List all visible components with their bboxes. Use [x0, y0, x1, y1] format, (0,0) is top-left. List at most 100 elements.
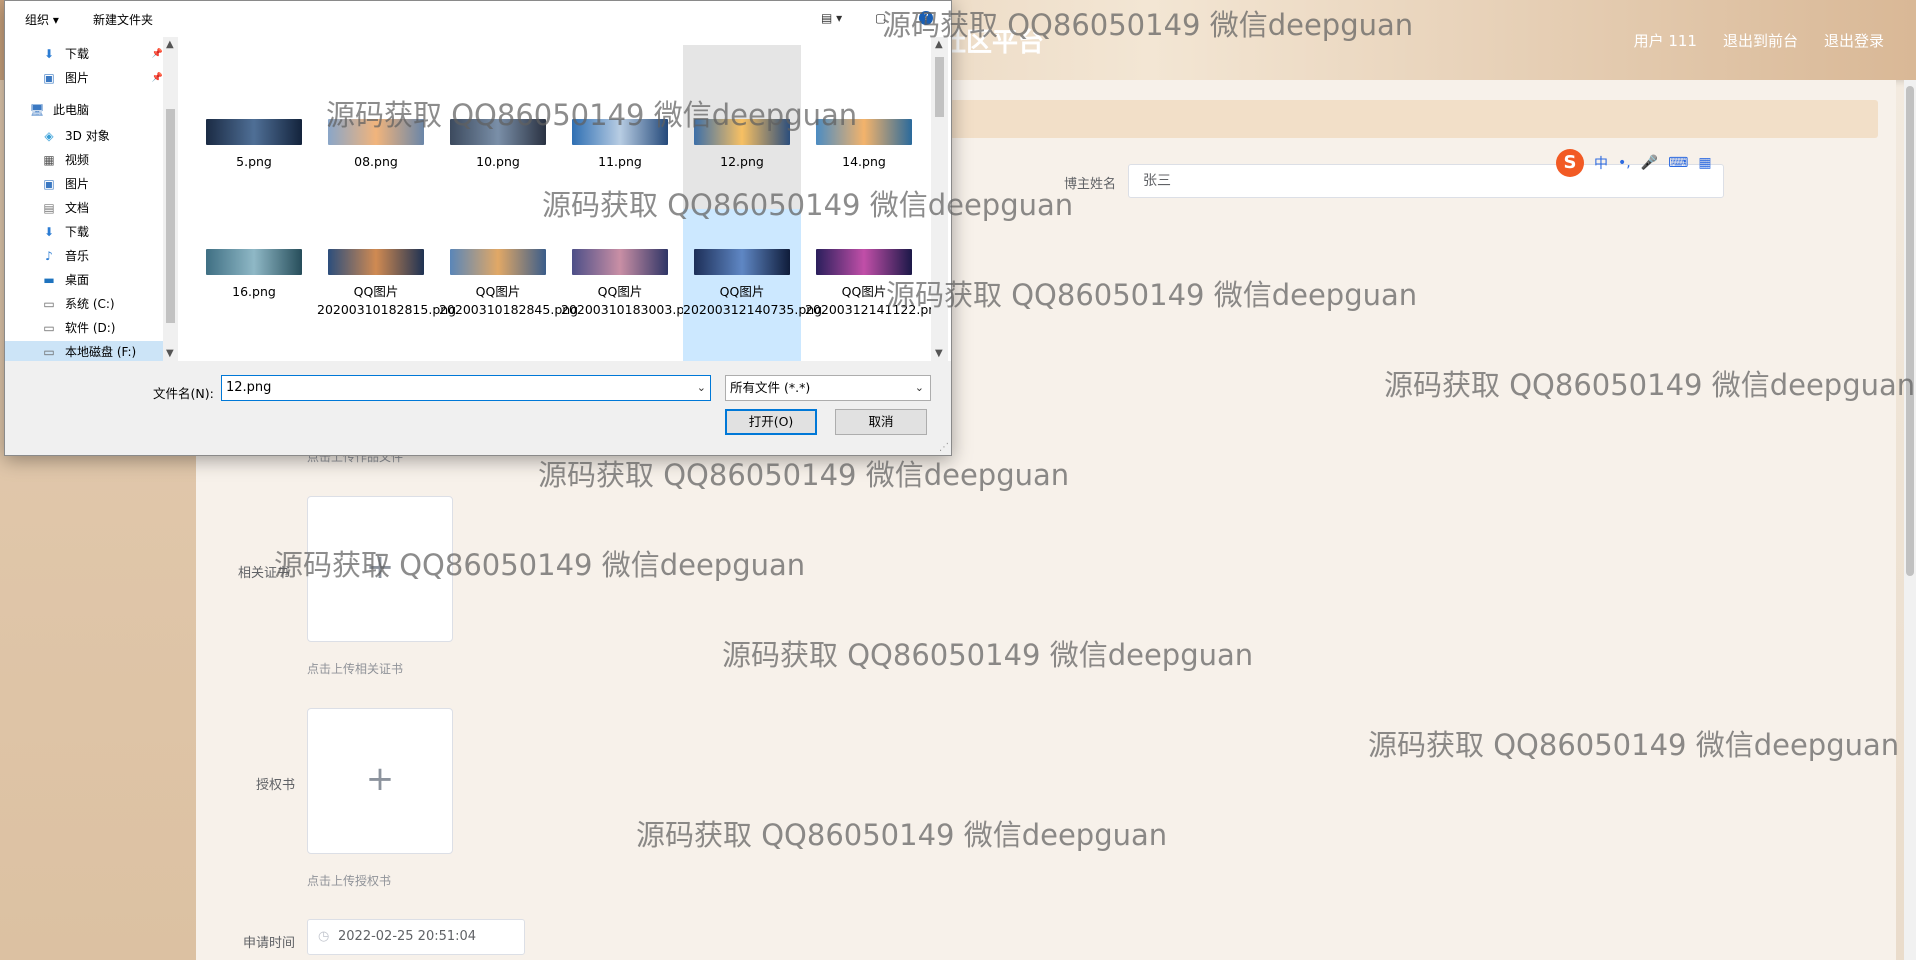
nav-item-icon: ▭: [43, 321, 55, 335]
organize-button[interactable]: 组织 ▾: [25, 11, 59, 28]
ime-menu-icon[interactable]: ▦: [1698, 155, 1711, 171]
file-item[interactable]: 12.png: [683, 45, 801, 209]
back-to-front-link[interactable]: 退出到前台: [1723, 30, 1798, 51]
file-item[interactable]: QQ图片 20200310182815.png: [317, 209, 457, 379]
page-scrollbar-thumb[interactable]: [1906, 86, 1914, 576]
nav-item[interactable]: ▭ 系统 (C:): [5, 293, 163, 315]
file-thumbnail: [816, 119, 912, 145]
file-name: 16.png: [232, 284, 276, 299]
preview-pane-icon[interactable]: ▢: [875, 11, 886, 25]
nav-item[interactable]: ▭ 软件 (D:): [5, 317, 163, 339]
new-folder-button[interactable]: 新建文件夹: [93, 11, 153, 28]
page-scrollbar[interactable]: [1904, 80, 1916, 960]
ime-chinese-mode-icon[interactable]: 中: [1594, 153, 1608, 173]
scroll-down-icon[interactable]: ▼: [935, 348, 943, 359]
open-button[interactable]: 打开(O): [725, 409, 817, 435]
filetype-select[interactable]: 所有文件 (*.*) ⌄: [725, 375, 931, 401]
logout-link[interactable]: 退出登录: [1824, 30, 1884, 51]
nav-item-icon: ▣: [43, 71, 55, 85]
nav-item-label: 下载: [65, 47, 90, 61]
nav-item-icon: ▬: [43, 273, 55, 287]
auth-upload-hint: 点击上传授权书: [307, 874, 392, 888]
ime-punctuation-icon[interactable]: •,: [1618, 155, 1631, 171]
scroll-down-icon[interactable]: ▼: [166, 348, 174, 359]
file-item[interactable]: QQ图片 20200310182845.png: [439, 209, 578, 379]
nav-item-label: 桌面: [65, 273, 90, 287]
files-scrollbar-thumb[interactable]: [935, 57, 944, 117]
file-thumbnail: [816, 249, 912, 275]
apply-time-input[interactable]: ◷ 2022-02-25 20:51:04: [307, 919, 525, 955]
nav-item[interactable]: ◈ 3D 对象: [5, 125, 163, 147]
chevron-down-icon[interactable]: ⌄: [697, 376, 706, 400]
file-name: 12.png: [720, 154, 764, 169]
nav-item-label: 此电脑: [53, 103, 90, 117]
nav-item[interactable]: ▣ 图片 📌: [5, 67, 163, 89]
file-thumbnail: [450, 249, 546, 275]
scroll-up-icon[interactable]: ▲: [166, 39, 174, 50]
file-item[interactable]: 5.png: [195, 45, 313, 209]
files-scrollbar[interactable]: ▲ ▼: [931, 37, 948, 361]
ime-keyboard-icon[interactable]: ⌨: [1668, 155, 1688, 171]
nav-item-label: 系统 (C:): [65, 297, 115, 311]
file-name: 10.png: [476, 154, 520, 169]
nav-item[interactable]: ▬ 桌面: [5, 269, 163, 291]
view-options-icon[interactable]: ▤ ▾: [821, 11, 842, 25]
nav-item-icon: 🖥: [29, 103, 45, 117]
cert-upload-box[interactable]: +: [307, 496, 453, 642]
nav-item[interactable]: ▭ 本地磁盘 (F:): [5, 341, 163, 363]
chevron-down-icon[interactable]: ⌄: [915, 376, 924, 400]
file-name: QQ图片 20200312140735.png: [683, 284, 823, 317]
cert-label: 相关证书: [237, 566, 290, 581]
header-links: 用户 111 退出到前台 退出登录: [1634, 30, 1884, 51]
nav-item-label: 视频: [65, 153, 90, 167]
filename-input[interactable]: 12.png ⌄: [221, 375, 711, 401]
nav-scrollbar-thumb[interactable]: [166, 109, 175, 323]
nav-item[interactable]: ⬇ 下载: [5, 221, 163, 243]
file-item[interactable]: 14.png: [805, 45, 923, 209]
file-item[interactable]: QQ图片 20200312141122.png: [805, 209, 945, 379]
file-thumbnail: [328, 249, 424, 275]
nav-item[interactable]: 🖥 此电脑: [5, 99, 163, 121]
file-item[interactable]: QQ图片 20200310183003.png: [561, 209, 700, 379]
file-item[interactable]: 08.png: [317, 45, 435, 209]
resize-grip-icon[interactable]: ⋰: [939, 442, 949, 453]
file-name: 08.png: [354, 154, 398, 169]
user-link[interactable]: 用户 111: [1634, 30, 1697, 51]
nav-item[interactable]: ▤ 文档: [5, 197, 163, 219]
file-item[interactable]: 16.png: [195, 209, 313, 379]
nav-item[interactable]: ▦ 视频: [5, 149, 163, 171]
help-icon[interactable]: ?: [919, 11, 933, 25]
file-list-pane: 5.png 08.png 10.png 11.png 12.png 14.png 16.pn…: [181, 37, 944, 379]
file-name: QQ图片 20200310182815.png: [317, 284, 457, 317]
nav-item-icon: ▤: [43, 201, 55, 215]
nav-item[interactable]: ▣ 图片: [5, 173, 163, 195]
nav-item-label: 下载: [65, 225, 90, 239]
sogou-ime-icon[interactable]: S: [1556, 149, 1584, 177]
file-name: QQ图片 20200312141122.png: [805, 284, 945, 317]
auth-upload-box[interactable]: +: [307, 708, 453, 854]
nav-item-label: 本地磁盘 (F:): [65, 345, 137, 359]
cert-upload-hint: 点击上传相关证书: [307, 662, 404, 676]
file-item[interactable]: 10.png: [439, 45, 557, 209]
apply-time-label: 申请时间: [242, 936, 295, 951]
nav-item-label: 文档: [65, 201, 90, 215]
scroll-up-icon[interactable]: ▲: [935, 39, 943, 50]
plus-icon: +: [365, 759, 395, 799]
ime-toolbar: S 中 •, 🎤 ⌨ ▦: [1556, 148, 1712, 178]
file-item[interactable]: 11.png: [561, 45, 679, 209]
file-item[interactable]: QQ图片 20200312140735.png: [683, 209, 823, 379]
nav-item[interactable]: ⬇ 下载 📌: [5, 43, 163, 65]
file-thumbnail: [694, 249, 790, 275]
file-open-dialog: 组织 ▾ 新建文件夹 ▤ ▾ ▢ ? ⬇ 下载 📌 ▣ 图片 📌 🖥 此电脑 ◈ 3D 对象 ▦ 视频…: [4, 0, 952, 456]
filename-value: 12.png: [226, 380, 272, 395]
pin-icon: 📌: [151, 73, 163, 83]
nav-scrollbar[interactable]: ▲ ▼: [163, 37, 178, 361]
ime-microphone-icon[interactable]: 🎤: [1641, 155, 1658, 171]
pin-icon: 📌: [151, 49, 163, 59]
blogger-name-label: 博主姓名: [1063, 177, 1116, 192]
filename-label: 文件名(N):: [153, 386, 214, 401]
file-thumbnail: [206, 119, 302, 145]
nav-item[interactable]: ♪ 音乐: [5, 245, 163, 267]
cancel-button[interactable]: 取消: [835, 409, 927, 435]
nav-item-label: 图片: [65, 71, 90, 85]
